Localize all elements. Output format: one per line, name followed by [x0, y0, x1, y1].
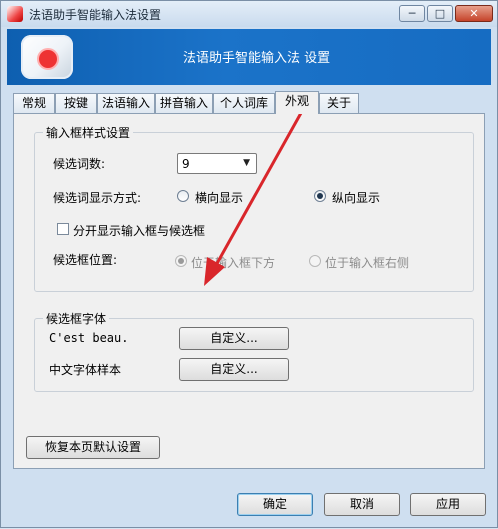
app-logo-icon [21, 35, 73, 79]
display-horizontal-radio[interactable] [177, 190, 189, 202]
ok-button[interactable]: 确定 [237, 493, 313, 516]
apply-button[interactable]: 应用 [410, 493, 486, 516]
tab-personal-dictionary[interactable]: 个人词库 [213, 93, 275, 113]
candidate-position-label: 候选框位置: [53, 253, 118, 267]
app-icon [7, 6, 23, 22]
banner-title: 法语助手智能输入法 设置 [183, 51, 331, 66]
header-banner: 法语助手智能输入法 设置 [7, 29, 491, 85]
candidate-count-label: 候选词数: [53, 157, 106, 171]
display-mode-label: 候选词显示方式: [53, 191, 142, 205]
split-display-checkbox[interactable] [57, 223, 69, 235]
settings-window: 法语助手智能输入法设置 ─ □ ✕ 法语助手智能输入法 设置 常规 按键 法语输… [0, 0, 498, 528]
position-right-label[interactable]: 位于输入框右侧 [325, 254, 409, 271]
close-button[interactable]: ✕ [455, 5, 493, 22]
position-below-label[interactable]: 位于输入框下方 [191, 254, 275, 271]
chinese-font-customize-button[interactable]: 自定义... [179, 358, 289, 381]
candidate-count-select[interactable]: 9 ▼ [177, 153, 257, 174]
cancel-button[interactable]: 取消 [324, 493, 400, 516]
position-below-radio[interactable] [175, 255, 187, 267]
latin-font-customize-button[interactable]: 自定义... [179, 327, 289, 350]
tab-appearance[interactable]: 外观 [275, 91, 319, 114]
minimize-button[interactable]: ─ [399, 5, 425, 22]
tab-general[interactable]: 常规 [13, 93, 55, 113]
display-vertical-radio[interactable] [314, 190, 326, 202]
latin-font-sample: C'est beau. [49, 331, 129, 345]
split-display-label[interactable]: 分开显示输入框与候选框 [73, 222, 205, 239]
tab-keys[interactable]: 按键 [55, 93, 97, 113]
tab-about[interactable]: 关于 [319, 93, 359, 113]
chinese-font-sample: 中文字体样本 [49, 363, 122, 377]
candidate-count-value: 9 [182, 157, 190, 171]
candidate-font-group-title: 候选框字体 [43, 310, 110, 327]
input-style-group: 输入框样式设置 候选词数: 9 ▼ 候选词显示方式: 横向显示 纵向显示 分开显… [34, 124, 474, 292]
position-right-radio[interactable] [309, 255, 321, 267]
tab-french-input[interactable]: 法语输入 [97, 93, 155, 113]
display-horizontal-label[interactable]: 横向显示 [195, 189, 243, 206]
tab-pinyin-input[interactable]: 拼音输入 [155, 93, 213, 113]
display-vertical-label[interactable]: 纵向显示 [332, 189, 380, 206]
chevron-down-icon: ▼ [243, 158, 250, 168]
restore-defaults-button[interactable]: 恢复本页默认设置 [26, 436, 160, 459]
maximize-button[interactable]: □ [427, 5, 453, 22]
candidate-font-group: 候选框字体 C'est beau. 自定义... 中文字体样本 自定义... [34, 310, 474, 392]
window-title: 法语助手智能输入法设置 [29, 8, 162, 22]
appearance-panel: 输入框样式设置 候选词数: 9 ▼ 候选词显示方式: 横向显示 纵向显示 分开显… [13, 113, 485, 469]
title-bar: 法语助手智能输入法设置 ─ □ ✕ [1, 1, 497, 27]
input-style-group-title: 输入框样式设置 [43, 124, 134, 141]
